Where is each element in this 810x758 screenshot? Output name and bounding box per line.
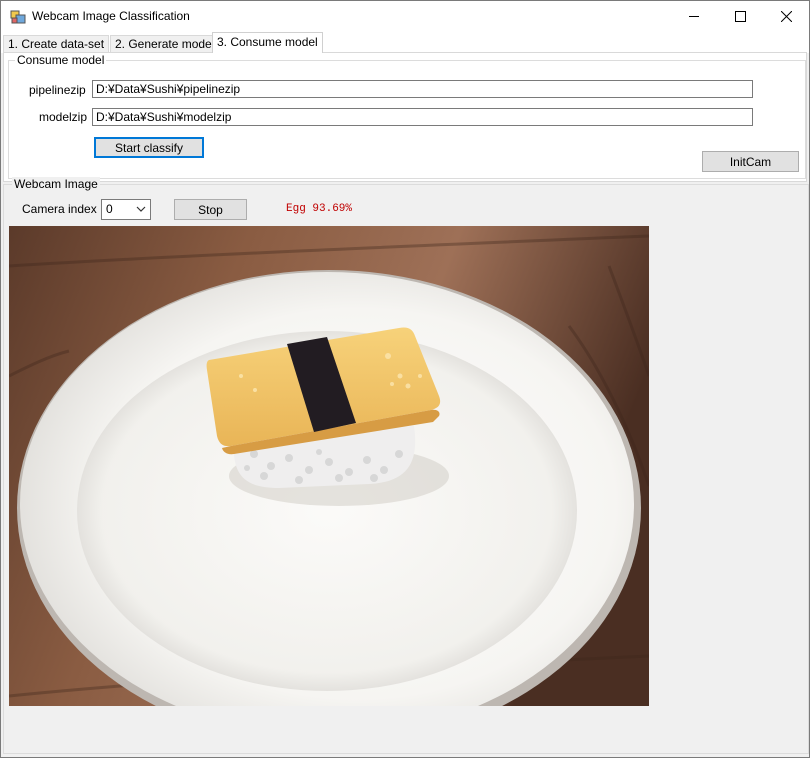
initcam-button[interactable]: InitCam [702,151,799,172]
window-title: Webcam Image Classification [32,9,190,23]
close-button[interactable] [763,1,809,32]
group-label: Consume model [15,53,107,67]
pipeline-path-input[interactable] [92,80,753,98]
classification-result: Egg 93.69% [286,203,353,215]
camera-index-select[interactable]: 0 [101,199,151,220]
model-label: modelzip [39,110,88,124]
webcam-image [9,226,649,706]
tab-panel: Consume model pipelinezip modelzip Start… [3,52,807,182]
group-label: Webcam Image [12,177,100,191]
camera-index-value: 0 [106,202,113,216]
tab-generate-model[interactable]: 2. Generate model [110,35,220,53]
chevron-down-icon [136,206,146,212]
model-path-input[interactable] [92,108,753,126]
start-classify-button[interactable]: Start classify [94,137,204,158]
maximize-icon [735,11,746,22]
minimize-icon [689,16,699,17]
minimize-button[interactable] [671,1,717,32]
app-icon [10,10,26,24]
pipeline-label: pipelinezip [29,83,86,97]
tab-strip: 1. Create data-set 2. Generate model 3. … [1,32,809,53]
stop-button[interactable]: Stop [174,199,247,220]
title-bar: Webcam Image Classification [1,1,809,32]
maximize-button[interactable] [717,1,763,32]
app-window: Webcam Image Classification 1. Create da… [0,0,810,758]
camera-index-label: Camera index [22,202,97,216]
tab-consume-model[interactable]: 3. Consume model [212,32,323,53]
tab-create-data-set[interactable]: 1. Create data-set [3,35,110,53]
close-icon [781,11,792,22]
